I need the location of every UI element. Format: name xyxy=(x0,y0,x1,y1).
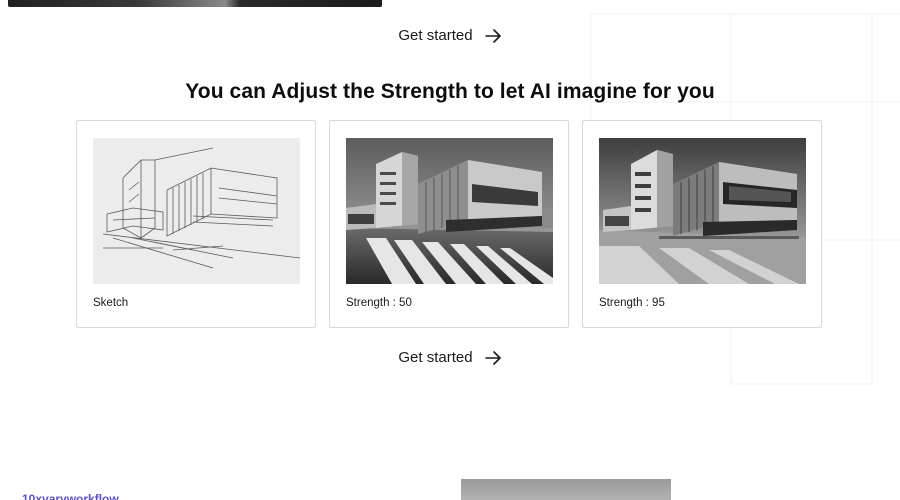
cta-top-container: Get started xyxy=(0,27,900,44)
card-strength-50: Strength : 50 xyxy=(329,120,569,328)
card-caption: Sketch xyxy=(93,297,129,309)
arrow-right-icon xyxy=(484,28,502,43)
arrow-right-icon xyxy=(484,350,502,365)
strength-95-image xyxy=(599,138,806,284)
section-title: You can Adjust the Strength to let AI im… xyxy=(185,80,715,103)
bottom-image-cropped xyxy=(461,479,671,500)
page: Get started You can Adjust the Strength … xyxy=(0,0,900,500)
card-row: Sketch Strength: 50 Strength: 95 xyxy=(76,120,825,330)
footer-link[interactable]: 10xvaryworkflow xyxy=(22,493,119,500)
card-caption: Strength : 50 xyxy=(346,297,412,309)
strength-50-image xyxy=(346,138,553,284)
get-started-label: Get started xyxy=(398,27,473,44)
get-started-button-bottom[interactable]: Get started xyxy=(398,349,501,366)
card-caption: Strength : 95 xyxy=(599,297,665,309)
card-strength-95: Strength : 95 xyxy=(582,120,822,328)
get-started-button-top[interactable]: Get started xyxy=(398,27,501,44)
top-image-cropped xyxy=(8,0,382,7)
cta-bottom-container: Get started xyxy=(0,349,900,366)
sketch-image xyxy=(93,138,300,284)
card-sketch: Sketch xyxy=(76,120,316,328)
get-started-label: Get started xyxy=(398,349,473,366)
